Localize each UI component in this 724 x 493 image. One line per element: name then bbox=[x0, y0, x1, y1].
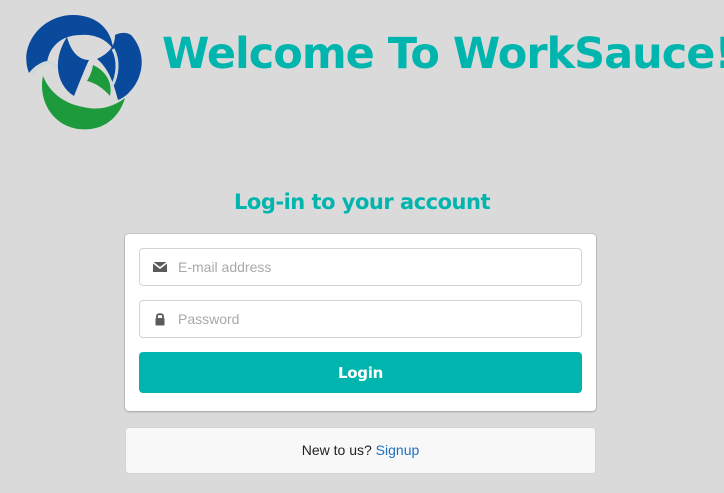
logo-swirl-icon bbox=[26, 15, 142, 130]
signup-message: New to us? Signup bbox=[125, 427, 596, 474]
signup-link[interactable]: Signup bbox=[376, 442, 420, 458]
login-form-card: Login bbox=[125, 234, 596, 411]
password-field[interactable] bbox=[139, 300, 582, 338]
worksauce-logo bbox=[26, 15, 142, 130]
envelope-icon bbox=[152, 261, 168, 272]
email-field[interactable] bbox=[139, 248, 582, 286]
email-input[interactable] bbox=[178, 249, 573, 285]
signup-prompt: New to us? bbox=[301, 442, 372, 458]
password-input[interactable] bbox=[178, 301, 573, 337]
lock-icon bbox=[155, 313, 165, 326]
page-title: Welcome To WorkSauce! bbox=[162, 29, 724, 79]
login-heading: Log-in to your account bbox=[234, 190, 490, 214]
login-button[interactable]: Login bbox=[139, 352, 582, 393]
